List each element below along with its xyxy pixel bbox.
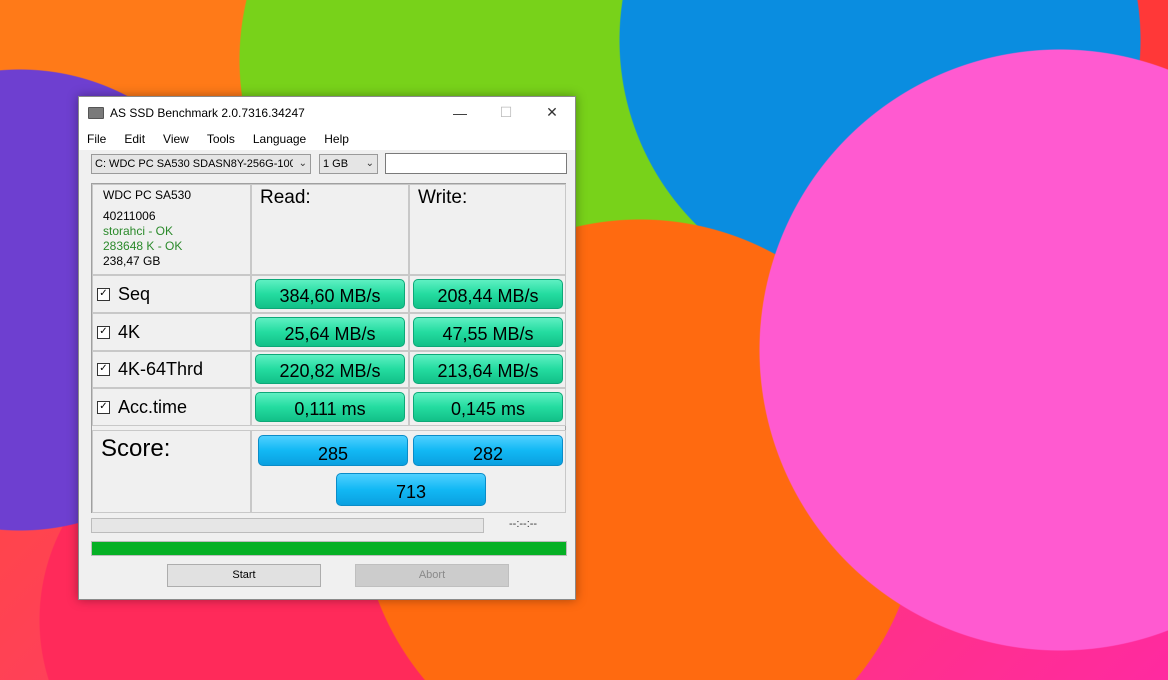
start-button[interactable]: Start	[167, 564, 321, 587]
menu-edit[interactable]: Edit	[124, 132, 145, 146]
elapsed-time: --:--:--	[509, 518, 538, 530]
row-label-acc-time[interactable]: ✓ Acc.time	[92, 388, 251, 426]
4k-write-cell: 47,55 MB/s	[409, 313, 566, 351]
maximize-button[interactable]: ☐	[483, 97, 529, 128]
4k-write-value: 47,55 MB/s	[413, 317, 563, 347]
score-write-value: 282	[413, 435, 563, 466]
chevron-down-icon: ⌄	[298, 158, 307, 169]
seq-write-value: 208,44 MB/s	[413, 279, 563, 309]
seq-read-value: 384,60 MB/s	[255, 279, 405, 309]
4k-read-value: 25,64 MB/s	[255, 317, 405, 347]
checkbox-checked-icon[interactable]: ✓	[97, 400, 110, 414]
acc-read-value: 0,111 ms	[255, 392, 405, 422]
4k64-write-value: 213,64 MB/s	[413, 354, 563, 384]
size-dropdown-value: 1 GB	[323, 158, 349, 170]
total-progress-bar	[91, 541, 567, 556]
acc-read-cell: 0,111 ms	[251, 388, 409, 426]
drive-capacity: 238,47 GB	[103, 254, 161, 268]
results-grid: WDC PC SA530 40211006 storahci - OK 2836…	[91, 183, 566, 513]
toolbar: C: WDC PC SA530 SDASN8Y-256G-1006 ⌄ 1 GB…	[79, 150, 575, 176]
chevron-down-icon: ⌄	[365, 158, 374, 169]
4k64-read-value: 220,82 MB/s	[255, 354, 405, 384]
menu-help[interactable]: Help	[324, 132, 349, 146]
menu-file[interactable]: File	[87, 132, 106, 146]
drive-icon	[88, 106, 104, 119]
score-total-value: 713	[336, 473, 486, 506]
close-button[interactable]: ✕	[529, 97, 575, 128]
drive-model: WDC PC SA530	[103, 188, 192, 202]
benchmark-window: AS SSD Benchmark 2.0.7316.34247 — ☐ ✕ Fi…	[78, 96, 576, 600]
score-label: Score:	[92, 430, 251, 513]
drive-dropdown[interactable]: C: WDC PC SA530 SDASN8Y-256G-1006 ⌄	[91, 154, 311, 174]
driver-status: storahci - OK	[103, 224, 174, 238]
alignment-status: 283648 K - OK	[103, 239, 183, 253]
minimize-button[interactable]: —	[437, 97, 483, 128]
drive-dropdown-value: C: WDC PC SA530 SDASN8Y-256G-1006	[95, 158, 293, 170]
read-header: Read:	[251, 184, 409, 275]
4k64-write-cell: 213,64 MB/s	[409, 351, 566, 388]
size-dropdown[interactable]: 1 GB ⌄	[319, 154, 378, 174]
row-label-4k[interactable]: ✓ 4K	[92, 313, 251, 351]
row-label-text: 4K	[118, 321, 141, 342]
menu-language[interactable]: Language	[253, 132, 306, 146]
score-read-value: 285	[258, 435, 408, 466]
drive-info-panel: WDC PC SA530 40211006 storahci - OK 2836…	[92, 184, 251, 275]
4k64-read-cell: 220,82 MB/s	[251, 351, 409, 388]
menu-view[interactable]: View	[163, 132, 189, 146]
info-text-field[interactable]	[385, 153, 567, 174]
total-progress-fill	[92, 542, 566, 555]
row-label-seq[interactable]: ✓ Seq	[92, 275, 251, 313]
menu-bar: File Edit View Tools Language Help	[79, 128, 575, 150]
row-label-4k-64thrd[interactable]: ✓ 4K-64Thrd	[92, 351, 251, 388]
acc-write-value: 0,145 ms	[413, 392, 563, 422]
checkbox-checked-icon[interactable]: ✓	[97, 363, 110, 376]
checkbox-checked-icon[interactable]: ✓	[97, 287, 110, 301]
row-label-text: Seq	[118, 283, 151, 304]
seq-write-cell: 208,44 MB/s	[409, 275, 566, 313]
test-progress-bar	[91, 518, 484, 533]
window-title: AS SSD Benchmark 2.0.7316.34247	[110, 105, 305, 120]
write-header: Write:	[409, 184, 566, 275]
checkbox-checked-icon[interactable]: ✓	[97, 325, 110, 339]
row-label-text: Acc.time	[118, 396, 188, 417]
4k-read-cell: 25,64 MB/s	[251, 313, 409, 351]
row-label-text: 4K-64Thrd	[118, 359, 204, 379]
drive-firmware: 40211006	[103, 209, 156, 223]
acc-write-cell: 0,145 ms	[409, 388, 566, 426]
menu-tools[interactable]: Tools	[207, 132, 235, 146]
title-bar[interactable]: AS SSD Benchmark 2.0.7316.34247 — ☐ ✕	[79, 97, 575, 128]
abort-button[interactable]: Abort	[355, 564, 509, 587]
score-panel: 285 282 713	[251, 430, 566, 513]
seq-read-cell: 384,60 MB/s	[251, 275, 409, 313]
